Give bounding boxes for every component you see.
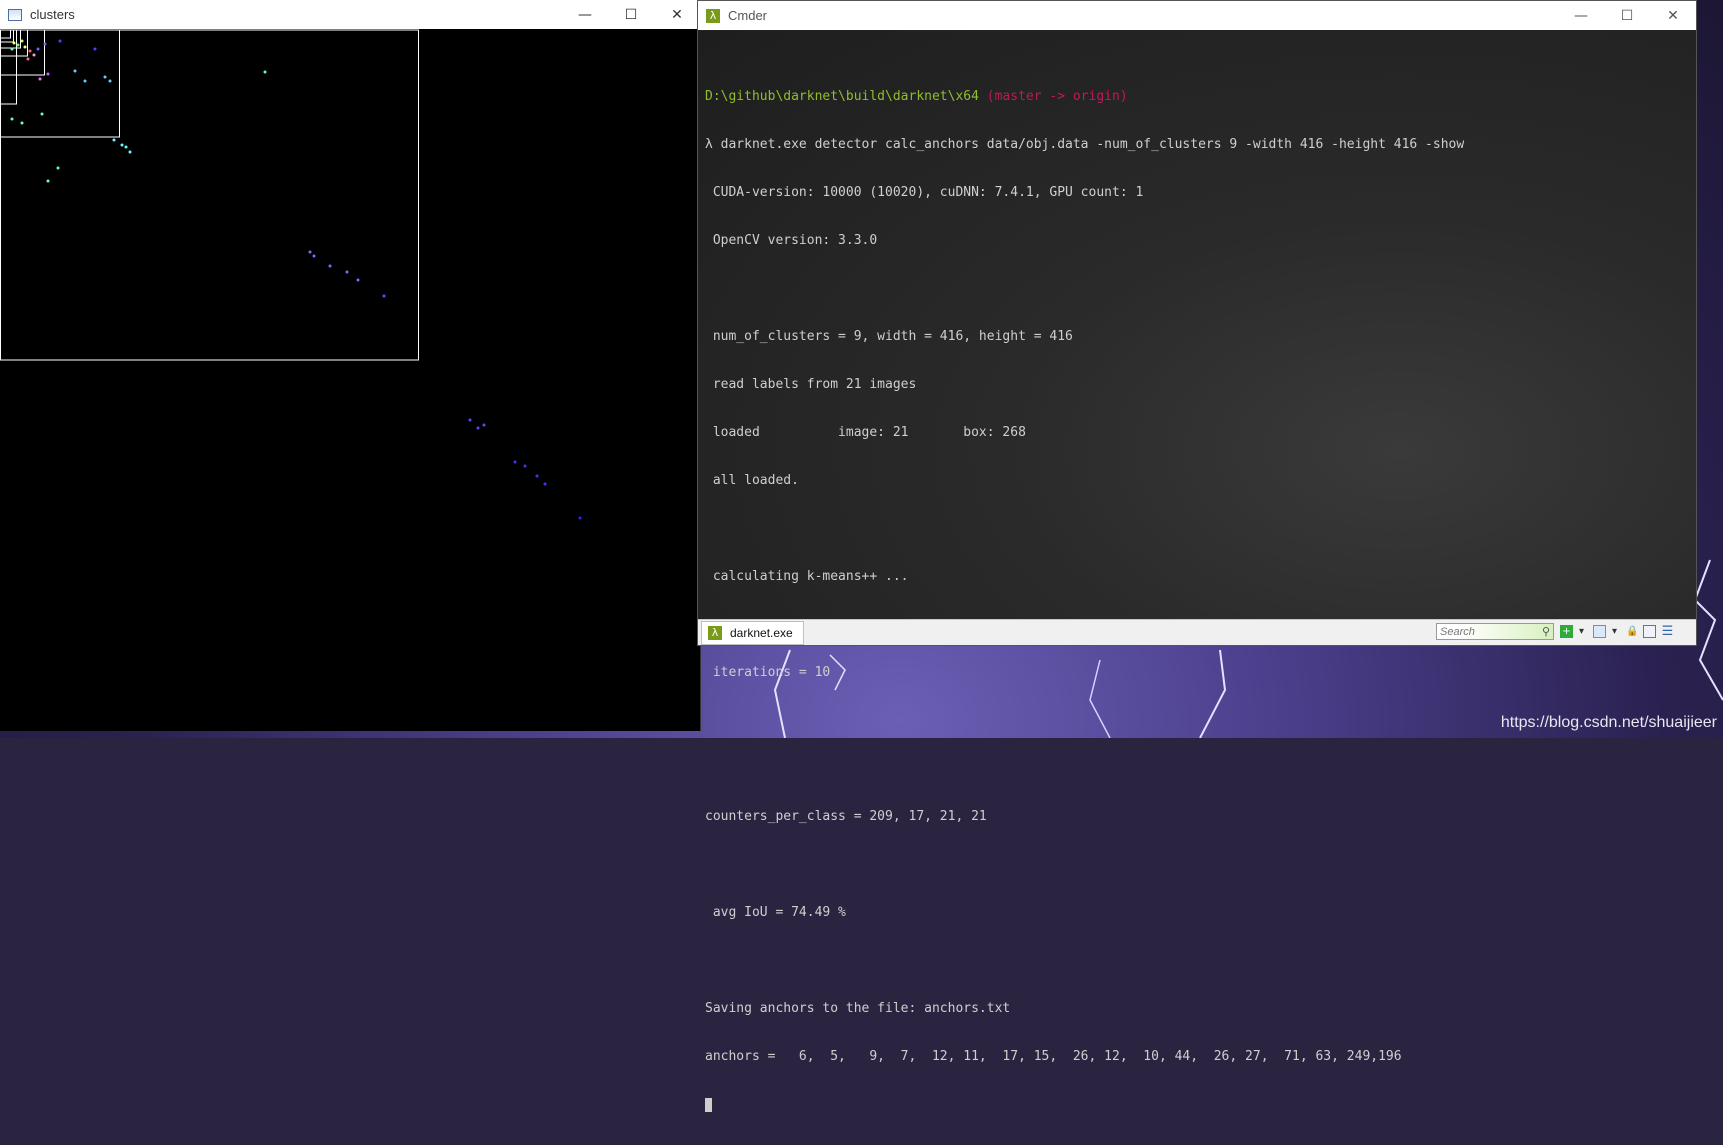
- terminal-line: OpenCV version: 3.3.0: [705, 233, 878, 248]
- watermark: https://blog.csdn.net/shuaijieer: [1500, 714, 1717, 731]
- terminal-line: λ darknet.exe detector calc_anchors data…: [705, 137, 1465, 152]
- minimize-button[interactable]: —: [1558, 1, 1604, 30]
- close-button[interactable]: ✕: [654, 0, 700, 29]
- cursor-line: [705, 1097, 1696, 1113]
- split-icon[interactable]: [1593, 625, 1606, 638]
- clusters-window[interactable]: clusters — ☐ ✕: [0, 0, 701, 731]
- terminal-output[interactable]: D:\github\darknet\build\darknet\x64 (mas…: [698, 31, 1696, 1112]
- terminal-line: calculating k-means++ ...: [705, 569, 909, 584]
- terminal-line: counters_per_class = 209, 17, 21, 21: [705, 809, 987, 824]
- cmder-window-title: Cmder: [728, 8, 768, 23]
- maximize-button[interactable]: ☐: [608, 0, 654, 29]
- search-icon[interactable]: ⚲: [1542, 625, 1550, 638]
- anchor-box: [0, 29, 419, 361]
- new-console-icon[interactable]: +: [1560, 625, 1573, 638]
- terminal-line: Saving anchors to the file: anchors.txt: [705, 1001, 1011, 1016]
- cmder-titlebar[interactable]: λ Cmder — ☐ ✕: [698, 1, 1696, 30]
- terminal-line: num_of_clusters = 9, width = 416, height…: [705, 329, 1073, 344]
- layout-icon[interactable]: [1643, 625, 1656, 638]
- lambda-icon: λ: [706, 8, 720, 23]
- prompt-path: D:\github\darknet\build\darknet\x64: [705, 89, 979, 104]
- lock-icon[interactable]: 🔒: [1626, 625, 1639, 638]
- chevron-down-icon[interactable]: ▾: [1575, 625, 1588, 638]
- clusters-canvas: [0, 29, 582, 520]
- terminal-line: avg IoU = 74.49 %: [705, 905, 846, 920]
- chevron-down-icon[interactable]: ▾: [1608, 625, 1621, 638]
- anchor-box: [0, 29, 11, 39]
- prompt-branch: (master -> origin): [986, 89, 1128, 104]
- clusters-titlebar[interactable]: clusters — ☐ ✕: [0, 0, 700, 29]
- search-input[interactable]: Search ⚲: [1436, 623, 1554, 640]
- window-icon: [8, 8, 22, 21]
- terminal-line: loaded image: 21 box: 268: [705, 425, 1026, 440]
- prompt-line: D:\github\darknet\build\darknet\x64 (mas…: [705, 89, 1696, 105]
- text-cursor: [705, 1097, 712, 1112]
- lambda-icon: λ: [708, 625, 722, 640]
- tab-label: darknet.exe: [730, 625, 793, 640]
- maximize-button[interactable]: ☐: [1604, 1, 1650, 30]
- minimize-button[interactable]: —: [562, 0, 608, 29]
- menu-icon[interactable]: ☰: [1661, 624, 1674, 639]
- terminal-line: all loaded.: [705, 473, 799, 488]
- clusters-window-title: clusters: [30, 7, 75, 22]
- anchor-box: [0, 29, 17, 105]
- search-placeholder: Search: [1440, 625, 1475, 638]
- cluster-points: [10, 39, 582, 520]
- terminal-line: CUDA-version: 10000 (10020), cuDNN: 7.4.…: [705, 185, 1144, 200]
- cmder-window[interactable]: λ Cmder — ☐ ✕ D:\github\darknet\build\da…: [697, 0, 1697, 1112]
- terminal-line: read labels from 21 images: [705, 377, 917, 392]
- tab-darknet[interactable]: λ darknet.exe: [701, 620, 804, 645]
- terminal-line: iterations = 10: [705, 665, 831, 680]
- terminal-line: anchors = 6, 5, 9, 7, 12, 11, 17, 15, 26…: [705, 1049, 1402, 1064]
- anchor-box: [0, 29, 45, 76]
- close-button[interactable]: ✕: [1650, 1, 1696, 30]
- anchor-box: [0, 29, 14, 43]
- cmder-statusbar: λ darknet.exe Search ⚲ + ▾ ▾ 🔒 ☰: [698, 619, 1696, 645]
